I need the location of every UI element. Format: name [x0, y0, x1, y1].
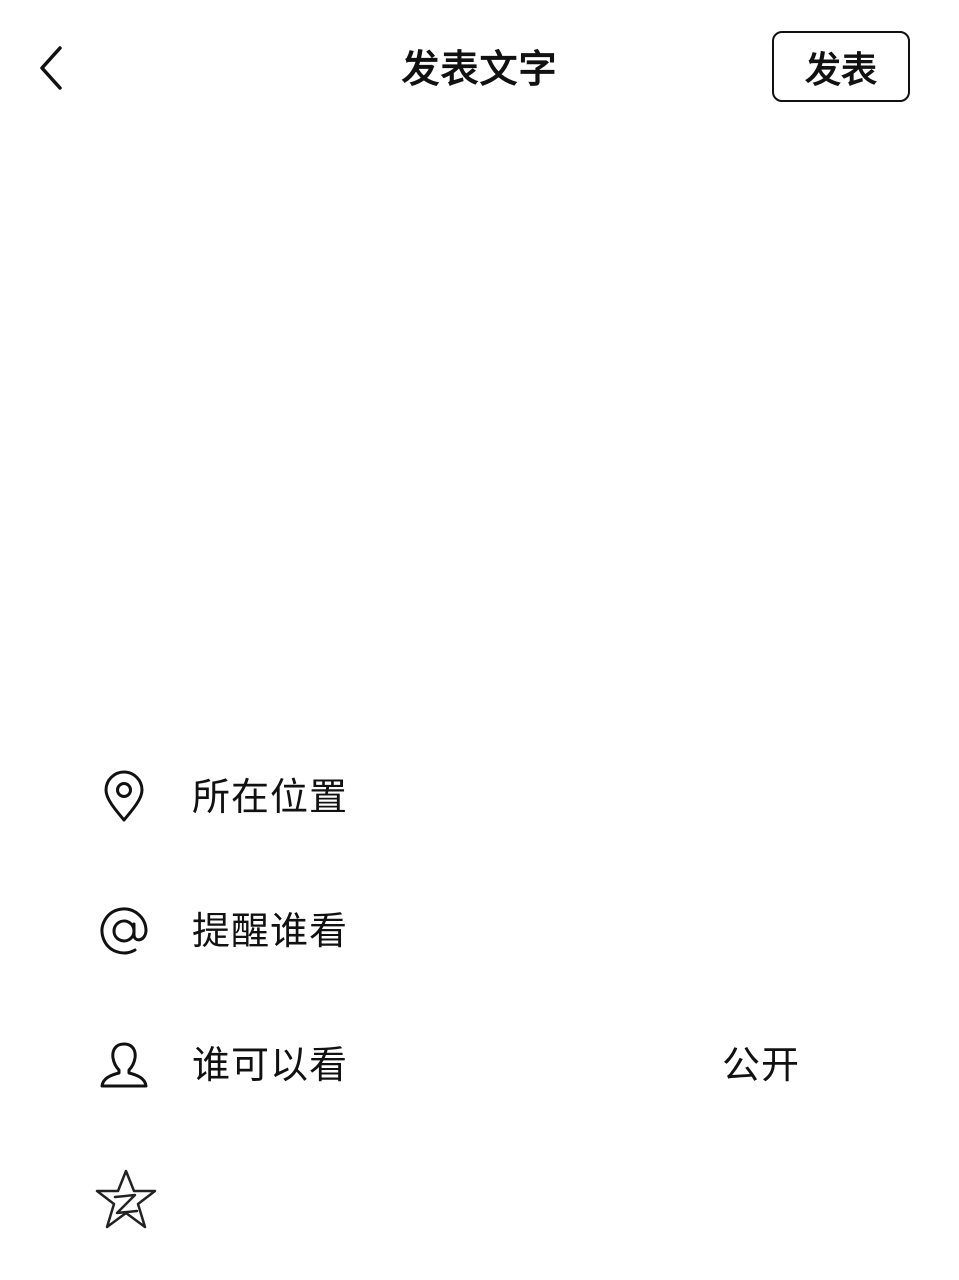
- visibility-option[interactable]: 谁可以看 公开: [0, 1020, 959, 1110]
- top-bar: 发表文字 发表: [0, 0, 959, 140]
- location-option[interactable]: 所在位置: [0, 752, 959, 842]
- location-pin-icon: [92, 752, 156, 842]
- person-icon: [92, 1020, 156, 1110]
- location-label: 所在位置: [192, 775, 349, 819]
- visibility-label: 谁可以看: [192, 1043, 349, 1087]
- at-sign-icon: [92, 886, 156, 976]
- visibility-value: 公开: [722, 1043, 801, 1087]
- post-text-input[interactable]: [40, 140, 924, 724]
- extra-option[interactable]: [0, 1154, 959, 1244]
- mention-label: 提醒谁看: [192, 909, 349, 953]
- publish-button[interactable]: 发表: [772, 31, 910, 102]
- star-icon: [90, 1154, 162, 1244]
- mention-option[interactable]: 提醒谁看: [0, 886, 959, 976]
